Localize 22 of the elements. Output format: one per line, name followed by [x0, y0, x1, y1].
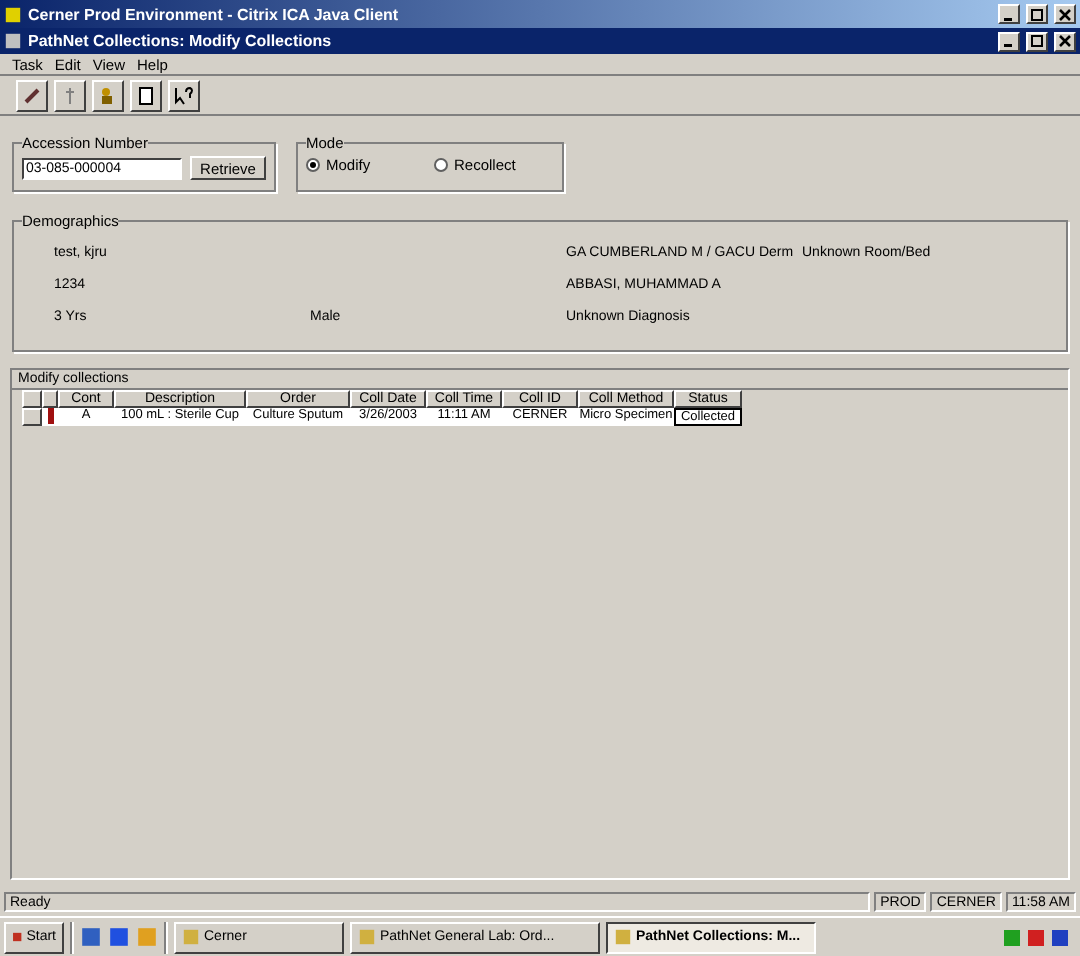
close-button[interactable] — [1054, 31, 1076, 51]
document-button[interactable] — [130, 80, 162, 112]
cross-icon — [60, 86, 80, 106]
pencil-button[interactable] — [16, 80, 48, 112]
document-icon — [136, 86, 156, 106]
row-header[interactable] — [22, 408, 42, 426]
maximize-button[interactable] — [1026, 4, 1048, 24]
person-icon — [98, 86, 118, 106]
pencil-icon — [22, 86, 42, 106]
minimize-button[interactable] — [998, 31, 1020, 51]
row-marker-icon — [47, 408, 53, 424]
window-title: Cerner Prod Environment - Citrix ICA Java Client — [28, 5, 401, 23]
people-button[interactable] — [92, 80, 124, 112]
minimize-button[interactable] — [998, 4, 1020, 24]
window-title: PathNet Collections: Modify Collections — [28, 32, 334, 50]
help-icon — [174, 86, 194, 106]
tool-button[interactable] — [54, 80, 86, 112]
help-button[interactable] — [168, 80, 200, 112]
maximize-button[interactable] — [1026, 31, 1048, 51]
close-icon — [1058, 7, 1072, 21]
close-icon — [1058, 34, 1072, 48]
close-button[interactable] — [1054, 4, 1076, 24]
